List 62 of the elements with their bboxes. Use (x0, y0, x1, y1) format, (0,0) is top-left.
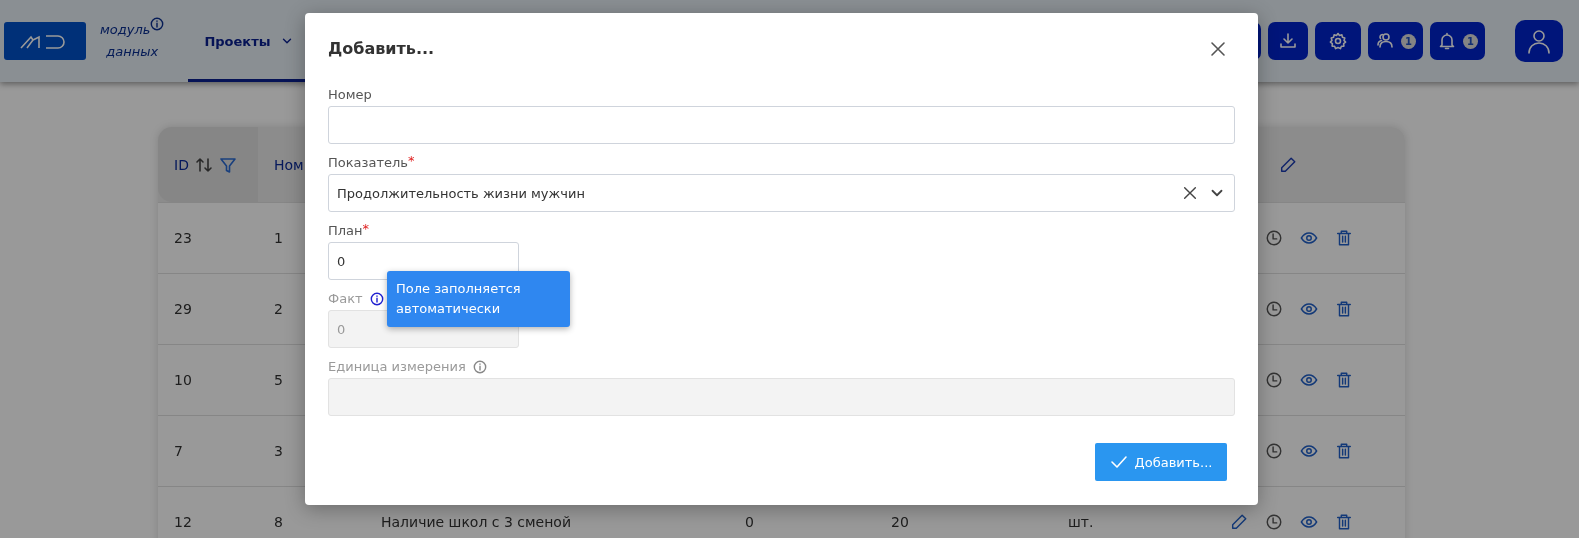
add-button[interactable]: Добавить... (1095, 443, 1227, 481)
table-cell-text: 8 (273, 514, 284, 530)
toolbar-button[interactable]: 1 (1368, 22, 1423, 60)
download-icon[interactable] (1268, 22, 1308, 60)
check-icon (1109, 453, 1128, 471)
delete-icon[interactable] (1335, 513, 1353, 531)
brand-name: модуль (100, 21, 151, 39)
table-cell-text: 3 (273, 443, 284, 459)
delete-icon[interactable] (1335, 300, 1353, 318)
table-cell-text: 29 (173, 301, 193, 317)
view-icon[interactable] (1300, 300, 1318, 318)
table-cell-text: 20 (890, 514, 910, 530)
table-cell-text: 10 (173, 372, 193, 388)
filter-icon[interactable] (218, 155, 237, 174)
table-cell-text: 0 (744, 514, 755, 530)
close-icon[interactable] (1209, 39, 1227, 58)
field-label: Единица измерения (328, 359, 466, 374)
clear-icon[interactable] (1182, 185, 1198, 201)
view-icon[interactable] (1300, 371, 1318, 389)
view-icon[interactable] (1300, 442, 1318, 460)
logo[interactable] (4, 22, 86, 60)
field-label: Номер (328, 87, 372, 102)
table-cell-text: 23 (173, 230, 193, 246)
field-label: Факт (328, 291, 363, 306)
brand-name: данных (106, 43, 159, 61)
field-label: План (328, 223, 363, 238)
table-cell-text: шт. (1067, 514, 1095, 530)
required-mark: * (362, 221, 370, 236)
view-icon[interactable] (1300, 513, 1318, 531)
delete-icon[interactable] (1335, 229, 1353, 247)
clock-icon[interactable] (1265, 371, 1283, 389)
table-cell-text: 12 (173, 514, 193, 530)
select-field[interactable]: Продолжительность жизни мужчин (328, 174, 1235, 212)
people-icon (1375, 31, 1395, 51)
table-cell-text: 5 (273, 372, 284, 388)
table-cell-text: Наличие школ с 3 сменой (380, 514, 572, 530)
dialog-title: Добавить... (328, 39, 435, 58)
column-header[interactable]: Ном (274, 156, 304, 173)
bell-icon (1437, 31, 1457, 51)
column-header[interactable]: ID (174, 156, 189, 173)
input-field[interactable] (328, 106, 1235, 144)
settings-icon[interactable] (1315, 22, 1361, 60)
clock-icon[interactable] (1265, 300, 1283, 318)
sort-icon[interactable] (194, 155, 213, 174)
count-badge: 1 (1401, 33, 1416, 49)
clock-icon[interactable] (1265, 442, 1283, 460)
table-cell-text: 2 (273, 301, 284, 317)
edit-icon[interactable] (1230, 513, 1248, 531)
required-mark: * (407, 153, 415, 168)
field-label: Показатель (328, 155, 408, 170)
table-cell-text: 7 (173, 443, 184, 459)
view-icon[interactable] (1300, 229, 1318, 247)
edit-icon[interactable] (1279, 155, 1297, 174)
user-icon[interactable] (1515, 20, 1563, 62)
clock-icon[interactable] (1265, 229, 1283, 247)
delete-icon[interactable] (1335, 442, 1353, 460)
count-badge: 1 (1463, 33, 1478, 49)
info-icon[interactable] (150, 17, 165, 31)
tooltip: Поле заполняется автоматически (387, 271, 570, 327)
delete-icon[interactable] (1335, 371, 1353, 389)
clock-icon[interactable] (1265, 513, 1283, 531)
toolbar-button[interactable]: 1 (1430, 22, 1485, 60)
